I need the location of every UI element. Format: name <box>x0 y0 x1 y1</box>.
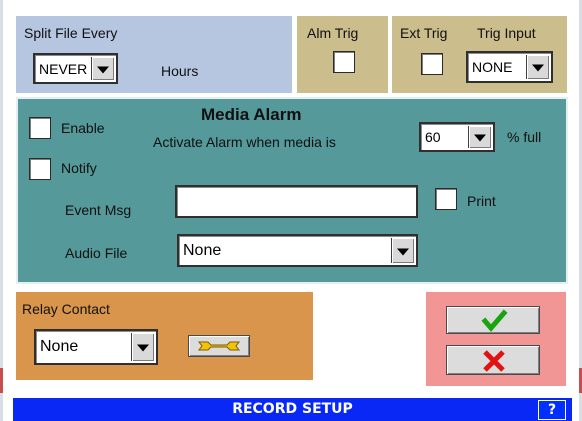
activate-alarm-label: Activate Alarm when media is <box>153 134 336 150</box>
media-alarm-panel: Media Alarm Enable Activate Alarm when m… <box>16 97 568 284</box>
chevron-down-icon[interactable] <box>468 126 491 148</box>
print-label: Print <box>467 193 496 209</box>
trig-input-select[interactable]: NONE <box>466 51 553 83</box>
x-icon <box>483 350 505 372</box>
split-file-label: Split File Every <box>24 25 118 41</box>
alm-trig-panel: Alm Trig <box>297 16 388 93</box>
trig-input-value: NONE <box>472 59 513 75</box>
split-file-value: NEVER <box>39 60 88 77</box>
trig-input-label: Trig Input <box>477 25 536 41</box>
wrench-icon <box>198 341 240 351</box>
event-msg-label: Event Msg <box>65 202 132 218</box>
cancel-button[interactable] <box>446 345 540 375</box>
chevron-down-icon[interactable] <box>91 57 114 80</box>
ok-button[interactable] <box>446 306 540 334</box>
alm-trig-label: Alm Trig <box>307 25 359 41</box>
help-button[interactable]: ? <box>538 400 566 420</box>
print-checkbox[interactable] <box>435 188 457 210</box>
split-file-units: Hours <box>161 63 199 79</box>
ext-trig-panel: Ext Trig Trig Input NONE <box>392 16 567 93</box>
chevron-down-icon[interactable] <box>391 238 414 263</box>
chevron-down-icon[interactable] <box>131 333 154 361</box>
media-percent-select[interactable]: 60 <box>419 122 495 152</box>
event-msg-input[interactable] <box>175 185 418 218</box>
confirm-panel <box>426 292 566 386</box>
relay-config-button[interactable] <box>188 335 250 357</box>
left-edge <box>0 0 3 421</box>
ext-trig-checkbox[interactable] <box>421 53 443 75</box>
notify-checkbox[interactable] <box>29 158 51 180</box>
ext-trig-label: Ext Trig <box>400 25 448 41</box>
percent-full-label: % full <box>507 129 542 145</box>
enable-label: Enable <box>61 120 105 136</box>
split-file-panel: Split File Every NEVER Hours <box>16 16 292 93</box>
footer-bar: RECORD SETUP ? <box>13 398 572 421</box>
notify-label: Notify <box>61 160 97 176</box>
checkmark-icon <box>481 309 508 332</box>
audio-file-label: Audio File <box>65 245 128 261</box>
footer-title: RECORD SETUP <box>232 401 353 417</box>
media-percent-value: 60 <box>425 129 441 145</box>
split-file-select[interactable]: NEVER <box>33 53 118 84</box>
relay-contact-panel: Relay Contact None <box>16 292 313 380</box>
relay-contact-value: None <box>40 338 79 355</box>
audio-file-value: None <box>183 241 222 259</box>
chevron-down-icon[interactable] <box>526 55 549 79</box>
media-alarm-title: Media Alarm <box>201 105 302 124</box>
left-edge-marker <box>0 368 3 393</box>
relay-contact-select[interactable]: None <box>34 329 158 365</box>
audio-file-select[interactable]: None <box>177 234 418 267</box>
relay-contact-label: Relay Contact <box>22 301 110 317</box>
enable-checkbox[interactable] <box>29 117 51 139</box>
alm-trig-checkbox[interactable] <box>333 51 355 73</box>
